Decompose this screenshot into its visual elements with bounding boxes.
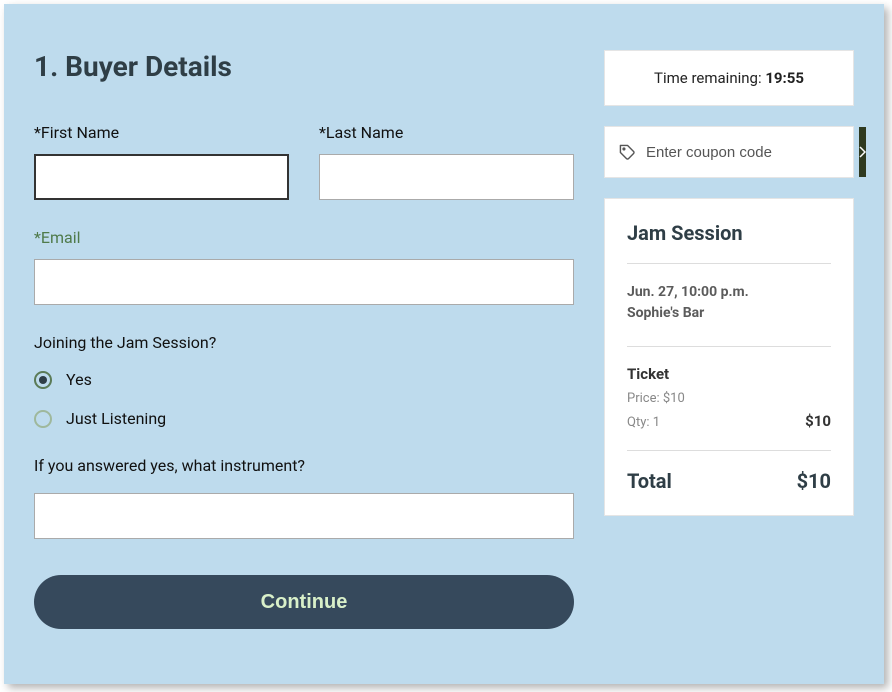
last-name-label: *Last Name [319,123,574,142]
event-title: Jam Session [627,221,831,245]
divider [627,263,831,264]
email-input[interactable] [34,259,574,305]
divider [627,450,831,451]
coupon-input[interactable] [646,144,845,161]
first-name-label: *First Name [34,123,289,142]
instrument-label: If you answered yes, what instrument? [34,456,574,475]
coupon-card [604,126,854,178]
email-field: *Email [34,228,574,305]
radio-yes[interactable]: Yes [34,370,574,389]
total-label: Total [627,469,672,493]
ticket-qty-row: Qty: 1 $10 [627,412,831,430]
tag-icon [619,144,636,161]
last-name-input[interactable] [319,154,574,200]
radio-icon [34,371,52,389]
ticket-name: Ticket [627,365,831,383]
instrument-field: If you answered yes, what instrument? [34,456,574,539]
timer-card: Time remaining: 19:55 [604,50,854,106]
email-label: *Email [34,228,574,247]
checkout-page: 1. Buyer Details *First Name *Last Name … [4,4,884,684]
radio-just-listening-label: Just Listening [66,409,166,428]
ticket-line-total: $10 [805,412,831,430]
continue-button[interactable]: Continue [34,575,574,629]
divider [627,346,831,347]
radio-yes-label: Yes [66,370,92,389]
email-row: *Email [34,228,574,305]
event-venue: Sophie's Bar [627,303,831,324]
total-amount: $10 [797,469,831,493]
joining-label: Joining the Jam Session? [34,333,574,352]
event-datetime: Jun. 27, 10:00 p.m. [627,282,831,303]
sidebar: Time remaining: 19:55 Jam Session Jun. 2… [604,4,884,684]
event-meta: Jun. 27, 10:00 p.m. Sophie's Bar [627,282,831,324]
apply-coupon-button[interactable] [859,127,866,177]
radio-just-listening[interactable]: Just Listening [34,409,574,428]
radio-icon [34,410,52,428]
total-row: Total $10 [627,469,831,493]
first-name-field: *First Name [34,123,289,200]
first-name-input[interactable] [34,154,289,200]
main-column: 1. Buyer Details *First Name *Last Name … [4,4,604,684]
name-row: *First Name *Last Name [34,123,574,200]
coupon-input-wrap [605,127,859,177]
ticket-qty: Qty: 1 [627,415,660,430]
last-name-field: *Last Name [319,123,574,200]
instrument-row: If you answered yes, what instrument? [34,456,574,539]
timer-value: 19:55 [765,69,804,87]
page-title: 1. Buyer Details [34,50,574,83]
ticket-block: Ticket Price: $10 Qty: 1 $10 [627,365,831,430]
order-summary: Jam Session Jun. 27, 10:00 p.m. Sophie's… [604,198,854,516]
timer-prefix: Time remaining: [654,69,765,87]
chevron-right-icon [859,146,866,158]
joining-question: Joining the Jam Session? Yes Just Listen… [34,333,574,428]
instrument-input[interactable] [34,493,574,539]
ticket-price: Price: $10 [627,391,831,406]
